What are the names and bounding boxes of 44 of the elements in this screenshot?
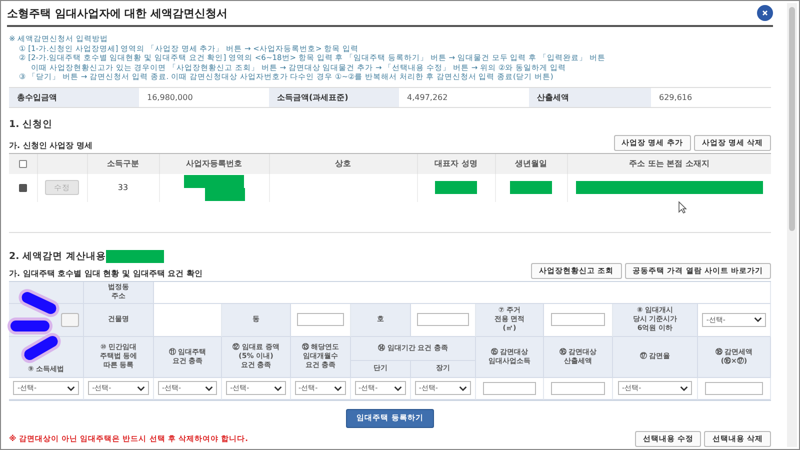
column-header: 상호: [269, 153, 417, 174]
input-field[interactable]: [705, 382, 763, 394]
section-title: 1. 신청인: [9, 118, 54, 130]
scrollbar-thumb[interactable]: [789, 7, 795, 231]
chevron-down-icon: [754, 317, 762, 322]
close-button[interactable]: [757, 5, 773, 21]
redaction-mark: [106, 250, 164, 262]
input-field[interactable]: [417, 313, 469, 326]
section-subtitle: 가. 임대주택 호수별 임대 현황 및 임대주택 요건 확인: [9, 268, 202, 278]
redaction-mark: [435, 181, 477, 194]
scrollbar[interactable]: [787, 3, 797, 447]
cursor-icon: [678, 201, 687, 214]
row-checkbox[interactable]: [18, 184, 27, 192]
summary-label: 산출세액: [529, 88, 651, 106]
select-all-checkbox[interactable]: [18, 160, 27, 168]
window-title: 소형주택 임대사업자에 대한 세액감면신청서: [7, 6, 228, 20]
column-header: 사업자등록번호: [159, 153, 269, 174]
input-field[interactable]: [482, 382, 536, 394]
chevron-down-icon: [680, 386, 688, 390]
chevron-down-icon: [66, 386, 75, 390]
chevron-down-icon: [459, 386, 468, 390]
redaction-mark: [510, 181, 552, 194]
input-field[interactable]: [550, 313, 606, 326]
input-field[interactable]: [550, 382, 606, 394]
summary-label: 총수입금액: [9, 88, 139, 106]
summary-value: 16,980,000: [146, 92, 194, 104]
summary-value: 4,497,262: [406, 92, 449, 104]
summary-value: 629,616: [658, 92, 694, 104]
input-field[interactable]: [296, 313, 344, 326]
section-subtitle: 가. 신청인 사업장 명세: [9, 140, 92, 150]
close-icon: [762, 10, 768, 16]
column-header: 대표자 성명: [417, 153, 495, 174]
chevron-down-icon: [274, 386, 282, 390]
column-header: 주소 또는 본점 소재지: [567, 153, 771, 174]
summary-label: 소득금액(과세표준): [269, 88, 399, 106]
chevron-down-icon: [394, 386, 402, 390]
column-header: 소득구분: [87, 153, 159, 174]
table-cell: 33: [87, 174, 159, 202]
column-header: 생년월일: [495, 153, 567, 174]
section-title: 2. 세액감면 계산내용: [9, 250, 106, 262]
chevron-down-icon: [334, 386, 342, 390]
chevron-down-icon: [136, 386, 145, 390]
chevron-down-icon: [204, 386, 213, 390]
search-button[interactable]: [61, 312, 79, 326]
